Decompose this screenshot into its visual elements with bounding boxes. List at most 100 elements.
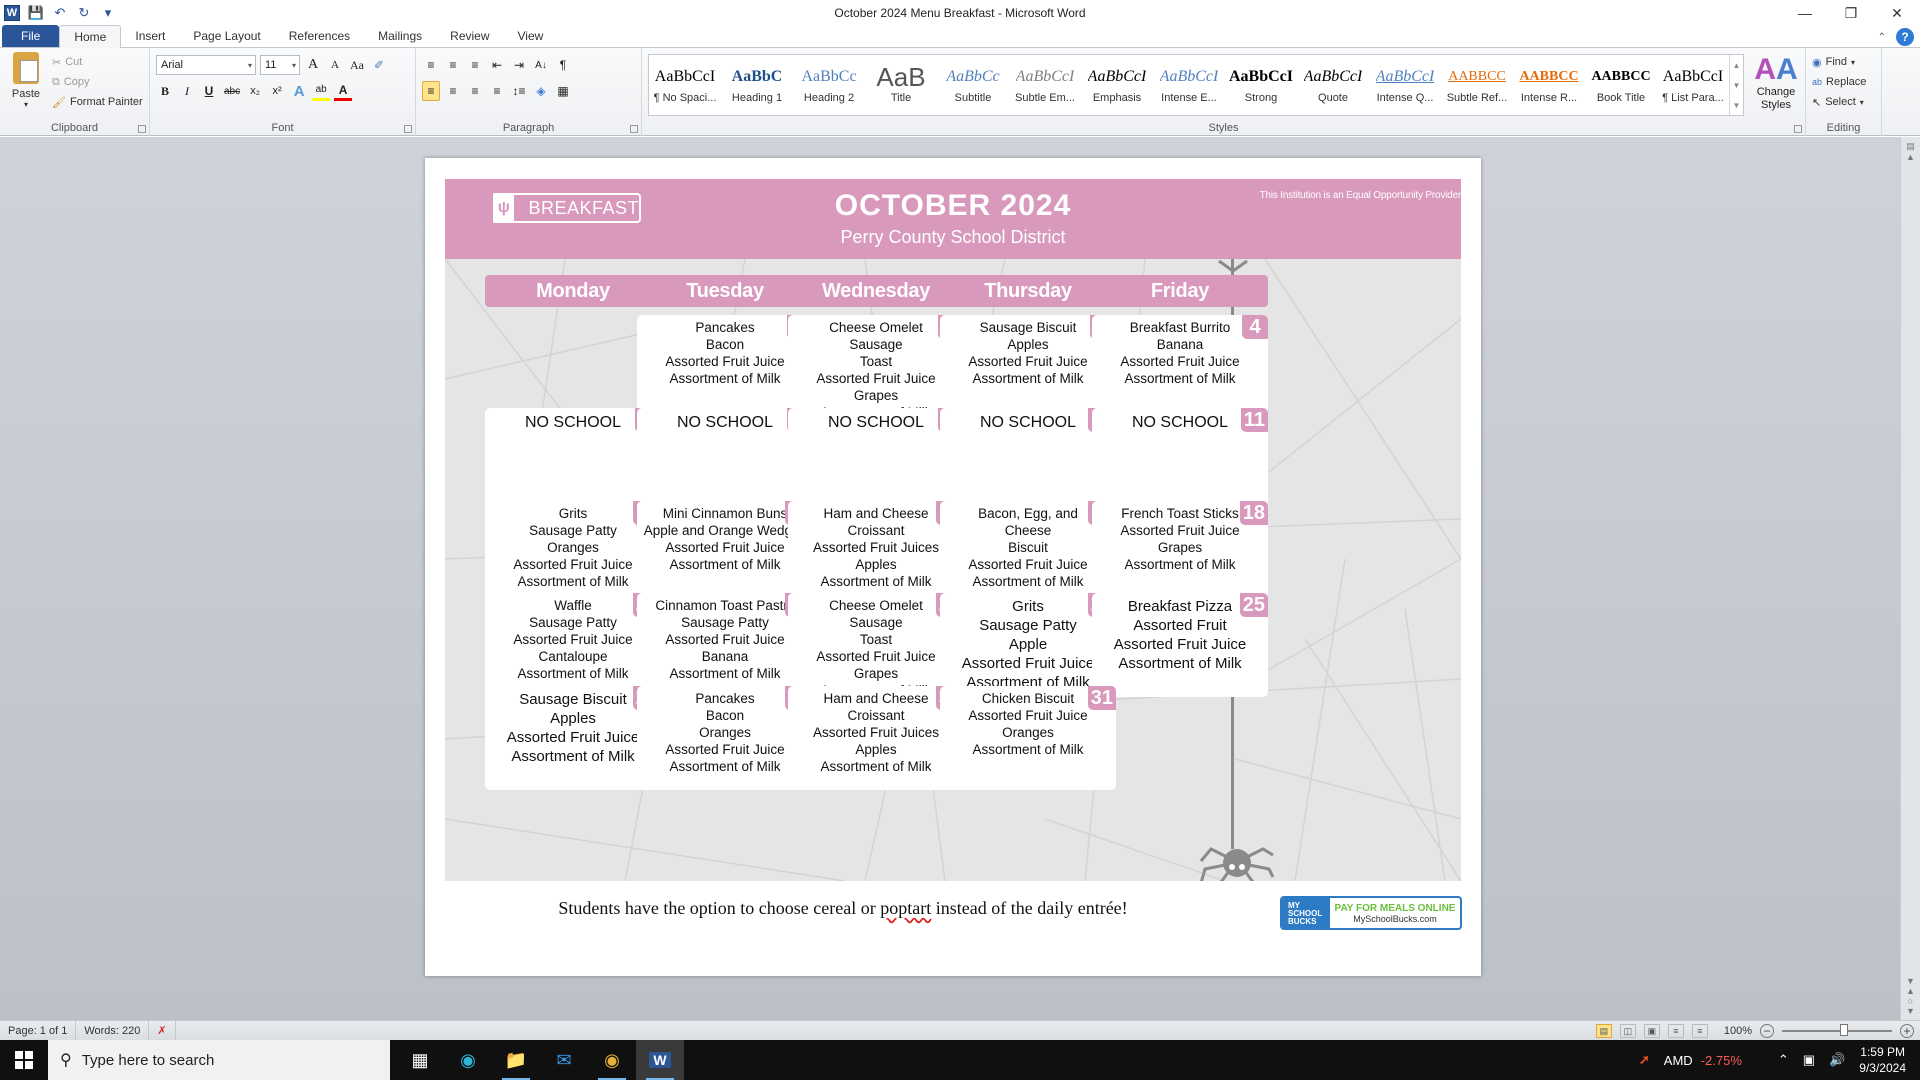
styles-down-icon[interactable]: ▼	[1733, 81, 1741, 90]
tab-references[interactable]: References	[275, 25, 364, 47]
day-cell[interactable]: 24GritsSausage PattyAppleAssorted Fruit …	[940, 593, 1116, 697]
style-item[interactable]: AaB Title	[865, 55, 937, 115]
tab-page-layout[interactable]: Page Layout	[179, 25, 274, 47]
style-item[interactable]: AaBbCc Subtitle	[937, 55, 1009, 115]
stock-name[interactable]: AMD	[1664, 1053, 1693, 1068]
tab-mailings[interactable]: Mailings	[364, 25, 436, 47]
day-cell[interactable]: 15Mini Cinnamon BunsApple and Orange Wed…	[637, 501, 813, 605]
day-cell[interactable]: 21WaffleSausage PattyAssorted Fruit Juic…	[485, 593, 661, 697]
page-count[interactable]: Page: 1 of 1	[0, 1020, 77, 1041]
style-item[interactable]: AaBbC Heading 1	[721, 55, 793, 115]
replace-button[interactable]: ab Replace	[1812, 72, 1875, 92]
italic-button[interactable]: I	[178, 81, 196, 101]
numbering-icon[interactable]: ≡	[444, 55, 462, 75]
align-left-icon[interactable]: ≡	[422, 81, 440, 101]
day-cell[interactable]: 25 Breakfast Pizza Assorted Fruit Assorted …	[1092, 593, 1268, 697]
word-taskbar-icon[interactable]: W	[636, 1040, 684, 1080]
highlight-color-icon[interactable]: ab	[312, 81, 331, 101]
file-explorer-icon[interactable]: 📁	[492, 1040, 540, 1080]
borders-icon[interactable]: ▦	[554, 81, 572, 101]
day-cell[interactable]: 28Sausage BiscuitApplesAssorted Fruit Ju…	[485, 686, 661, 790]
increase-indent-icon[interactable]: ⇥	[510, 55, 528, 75]
style-item[interactable]: AaBbCcI ¶ List Para...	[1657, 55, 1729, 115]
clear-formatting-icon[interactable]: ✐	[370, 55, 388, 75]
close-button[interactable]: ✕	[1874, 0, 1920, 26]
next-page-icon[interactable]: ▼	[1906, 1006, 1915, 1016]
proofing-error-icon[interactable]: ✗	[149, 1020, 176, 1041]
stock-change[interactable]: -2.75%	[1701, 1053, 1742, 1068]
outline-view-icon[interactable]: ≡	[1667, 1024, 1684, 1038]
zoom-level[interactable]: 100%	[1724, 1025, 1752, 1037]
change-case-button[interactable]: Aa	[348, 55, 366, 75]
scroll-up-icon[interactable]: ▲	[1906, 152, 1915, 162]
style-item[interactable]: AABBCC Book Title	[1585, 55, 1657, 115]
day-cell[interactable]: 16Ham and CheeseCroissantAssorted Fruit …	[788, 501, 964, 605]
day-cell[interactable]: 3Sausage BiscuitApplesAssorted Fruit Jui…	[940, 315, 1116, 419]
day-cell[interactable]: 8NO SCHOOL	[637, 408, 813, 512]
superscript-button[interactable]: x²	[268, 81, 286, 101]
style-item[interactable]: AaBbCcI Intense E...	[1153, 55, 1225, 115]
day-cell[interactable]: 11 NO SCHOOL	[1092, 408, 1268, 512]
find-button[interactable]: ◉ Find ▾	[1812, 52, 1875, 72]
minimize-button[interactable]: —	[1782, 0, 1828, 26]
word-app-icon[interactable]: W	[4, 5, 20, 21]
underline-button[interactable]: U	[200, 81, 218, 101]
day-cell[interactable]: 14GritsSausage PattyOrangesAssorted Frui…	[485, 501, 661, 605]
customize-qat-icon[interactable]: ▾	[100, 5, 116, 21]
edge-icon[interactable]: ◉	[444, 1040, 492, 1080]
day-cell[interactable]: 18 French Toast Sticks Assorted Fruit Juic…	[1092, 501, 1268, 605]
font-color-icon[interactable]: A	[334, 81, 353, 101]
paragraph-launcher[interactable]	[630, 125, 638, 133]
redo-icon[interactable]: ↻	[76, 5, 92, 21]
show-formatting-button[interactable]: ¶	[554, 55, 572, 75]
bullets-icon[interactable]: ≡	[422, 55, 440, 75]
zoom-slider-thumb[interactable]	[1840, 1024, 1848, 1036]
day-cell[interactable]: 29PancakesBaconOrangesAssorted Fruit Jui…	[637, 686, 813, 790]
clipboard-launcher[interactable]	[138, 125, 146, 133]
ruler-toggle-icon[interactable]: ▤	[1906, 141, 1915, 152]
document-page[interactable]: ψ BREAKFAST OCTOBER 2024 Perry County Sc…	[425, 158, 1481, 976]
style-item[interactable]: AaBbCc Heading 2	[793, 55, 865, 115]
clock[interactable]: 1:59 PM 9/3/2024	[1859, 1044, 1906, 1076]
multilevel-list-icon[interactable]: ≡	[466, 55, 484, 75]
bold-button[interactable]: B	[156, 81, 174, 101]
tab-view[interactable]: View	[504, 25, 558, 47]
line-spacing-icon[interactable]: ↕≡	[510, 81, 528, 101]
style-item[interactable]: AaBbCcI Subtle Em...	[1009, 55, 1081, 115]
style-item[interactable]: AABBCC Subtle Ref...	[1441, 55, 1513, 115]
tab-review[interactable]: Review	[436, 25, 503, 47]
scroll-down-icon[interactable]: ▼	[1906, 976, 1915, 986]
previous-page-icon[interactable]: ▲	[1906, 986, 1915, 996]
undo-icon[interactable]: ↶	[52, 5, 68, 21]
sort-icon[interactable]: A↓	[532, 55, 550, 75]
save-icon[interactable]: 💾	[28, 5, 44, 21]
decrease-indent-icon[interactable]: ⇤	[488, 55, 506, 75]
chrome-icon[interactable]: ◉	[588, 1040, 636, 1080]
cut-button[interactable]: ✂ Cut	[52, 52, 143, 72]
format-painter-button[interactable]: 🖌 Format Painter	[52, 92, 143, 112]
day-cell[interactable]: 2Cheese OmeletSausageToastAssorted Fruit…	[788, 315, 964, 420]
day-cell[interactable]: 17Bacon, Egg, andCheeseBiscuitAssorted F…	[940, 501, 1116, 605]
day-cell[interactable]: 9NO SCHOOL	[788, 408, 964, 512]
font-name-combo[interactable]: Arial ▾	[156, 55, 256, 75]
day-cell[interactable]: 30Ham and CheeseCroissantAssorted Fruit …	[788, 686, 964, 790]
tab-file[interactable]: File	[2, 25, 60, 47]
font-launcher[interactable]	[404, 125, 412, 133]
amd-stock-icon[interactable]: ➚	[1639, 1052, 1650, 1068]
grow-font-button[interactable]: A	[304, 55, 322, 75]
day-cell[interactable]: 10NO SCHOOL	[940, 408, 1116, 512]
styles-up-icon[interactable]: ▲	[1733, 61, 1741, 70]
day-cell[interactable]: 22Cinnamon Toast PastrySausage PattyAsso…	[637, 593, 813, 697]
day-cell[interactable]: 7NO SCHOOL	[485, 408, 661, 512]
task-view-icon[interactable]: ▦	[396, 1040, 444, 1080]
myschoolbucks-ad[interactable]: MY SCHOOL BUCKS PAY FOR MEALS ONLINE MyS…	[1280, 896, 1462, 930]
style-item[interactable]: AaBbCcI Intense Q...	[1369, 55, 1441, 115]
tab-insert[interactable]: Insert	[121, 25, 179, 47]
volume-icon[interactable]: 🔊	[1829, 1052, 1845, 1068]
copy-button[interactable]: ⧉ Copy	[52, 72, 143, 92]
styles-launcher[interactable]	[1794, 125, 1802, 133]
zoom-in-button[interactable]: +	[1900, 1024, 1914, 1038]
justify-icon[interactable]: ≡	[488, 81, 506, 101]
style-item[interactable]: AaBbCcI Quote	[1297, 55, 1369, 115]
day-cell[interactable]: 31 Chicken Biscuit Assorted Fruit Juice Ora…	[940, 686, 1116, 790]
